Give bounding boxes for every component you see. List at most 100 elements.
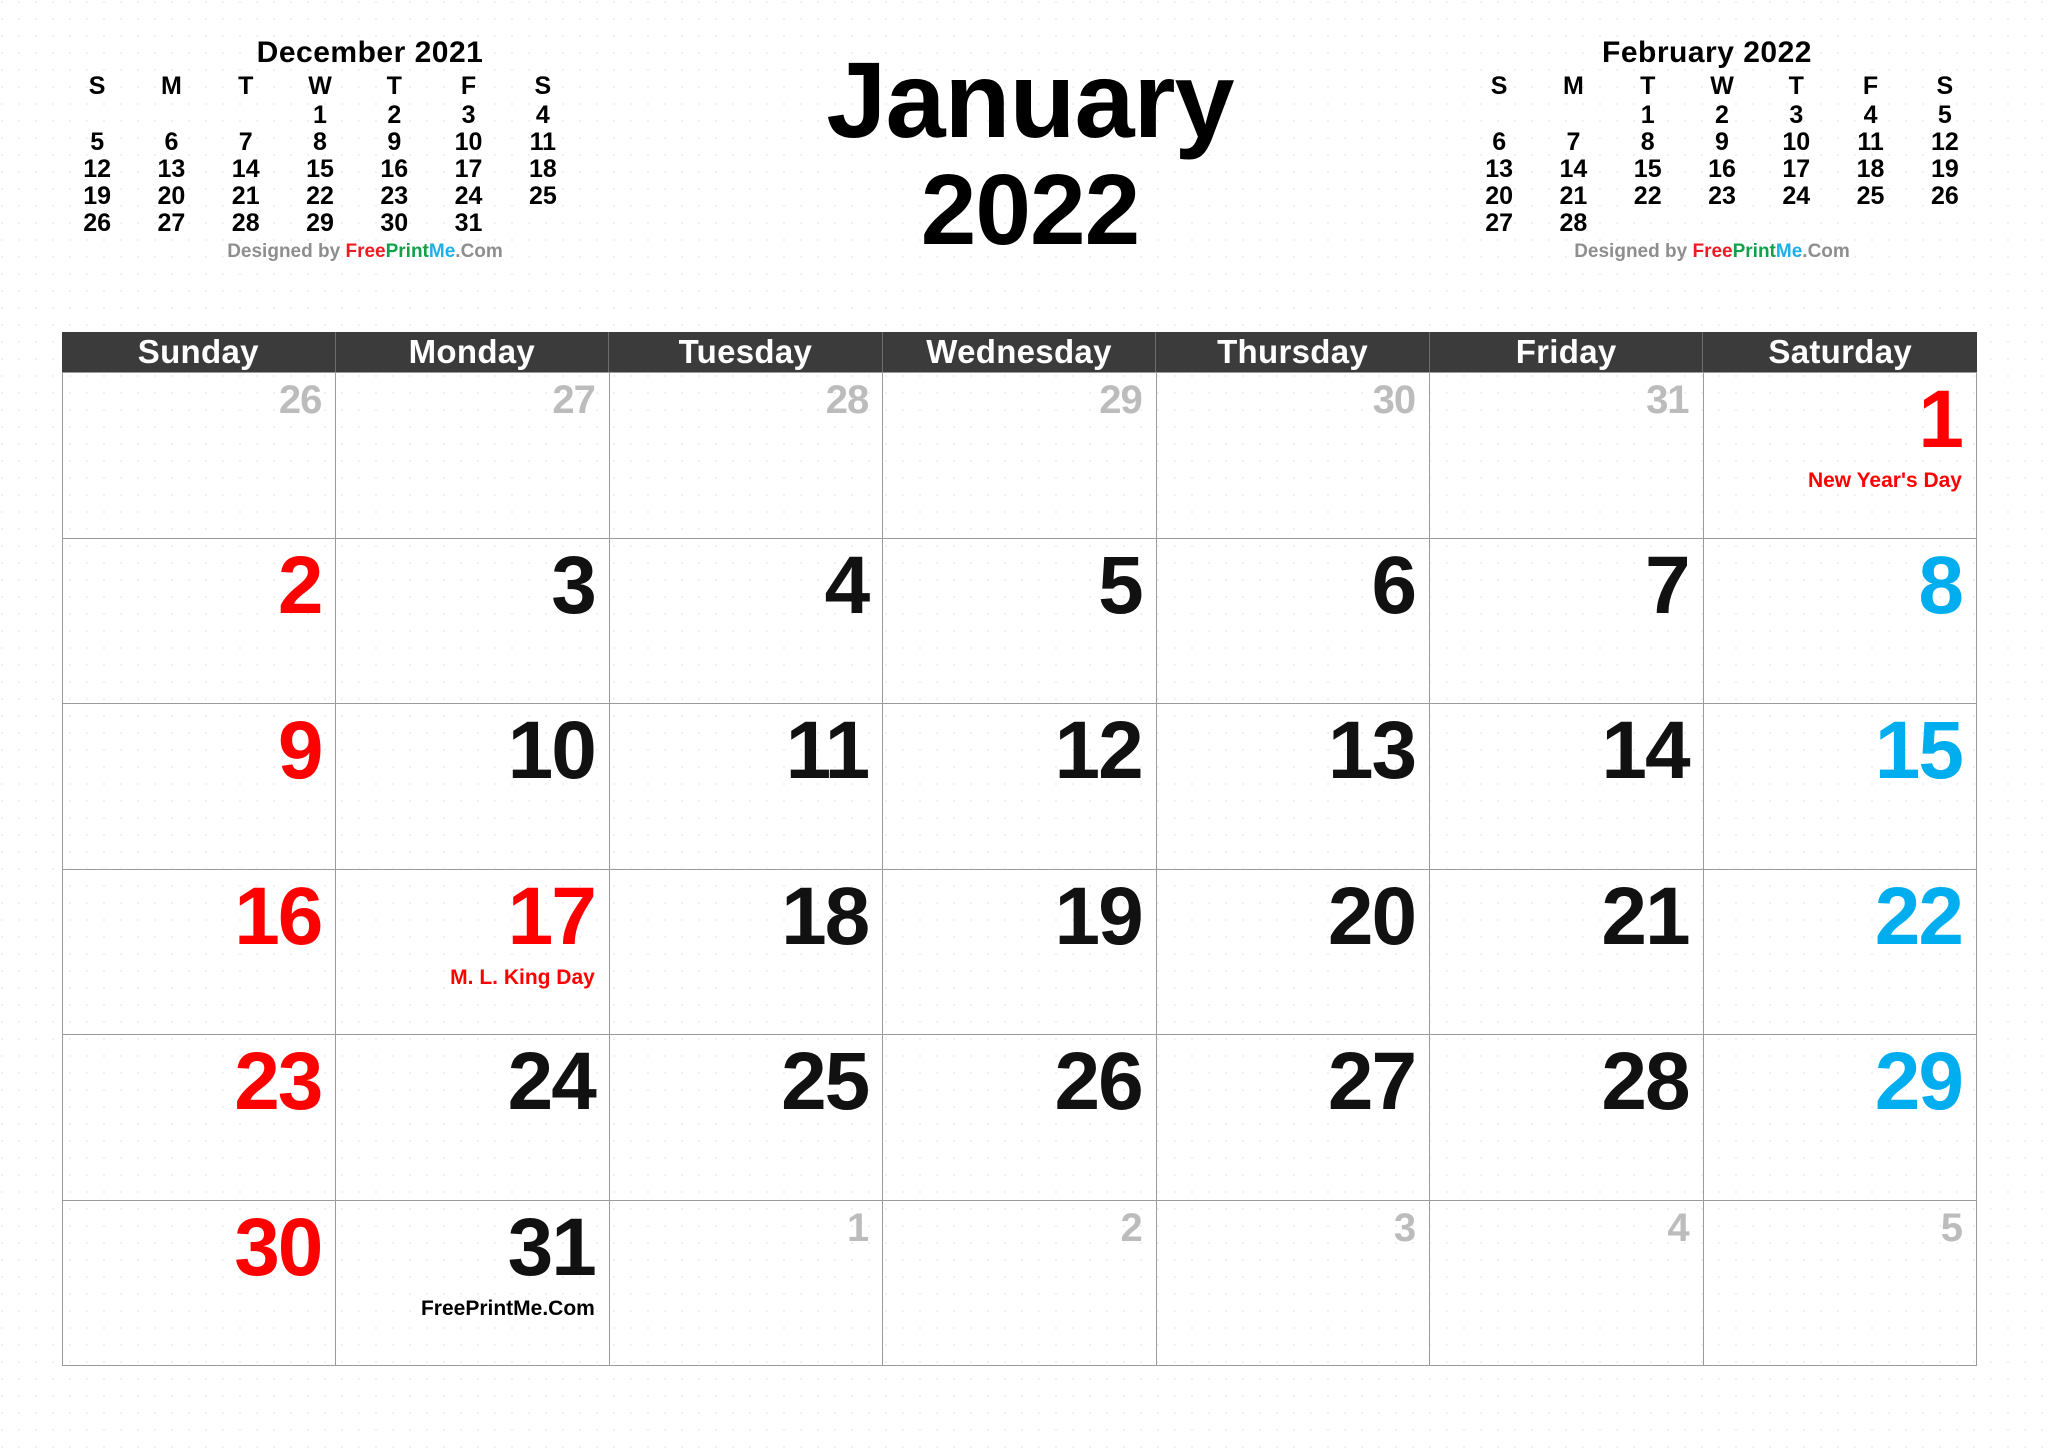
day-cell[interactable]: 13 (1156, 704, 1431, 870)
day-cell-adjacent-month[interactable]: 4 (1430, 1200, 1704, 1366)
day-cell[interactable]: 28 (1430, 1035, 1704, 1201)
mini-calendar-day: 9 (387, 128, 402, 156)
day-cell[interactable]: 18 (609, 869, 884, 1035)
weekday-header-wednesday: Wednesday (883, 332, 1157, 372)
mini-calendar-day: 28 (1559, 209, 1588, 237)
mini-calendar-title: December 2021 (256, 36, 484, 69)
day-number: 12 (1054, 705, 1143, 796)
day-cell[interactable]: 7 (1430, 538, 1704, 704)
day-cell[interactable]: 23 (63, 1035, 337, 1201)
day-cell-adjacent-month[interactable]: 28 (609, 373, 884, 539)
day-cell-adjacent-month[interactable]: 3 (1156, 1200, 1431, 1366)
calendar-weekday-header-row: Sunday Monday Tuesday Wednesday Thursday Frid… (62, 332, 1977, 372)
brand-watermark: FreePrintMe.Com (344, 1296, 595, 1321)
credit-brand-com: .Com (1802, 241, 1850, 262)
mini-calendar-day: 2 (1715, 101, 1729, 129)
mini-calendar-day: 5 (1937, 101, 1952, 129)
day-number: 21 (1601, 870, 1690, 962)
day-number: 2 (1120, 1205, 1142, 1250)
mini-calendar-day: 10 (454, 128, 483, 156)
day-cell[interactable]: 14 (1430, 704, 1704, 870)
day-cell-adjacent-month[interactable]: 30 (1156, 373, 1431, 539)
mini-calendar-day: 28 (231, 209, 260, 237)
credit-designed-by: Designed by (1574, 241, 1688, 262)
calendar-page: December 2021 S M T W T F S 1 2 3 4 5 6 7 8 9 10 11 12 13 14… (0, 0, 2048, 1448)
weekday-header-saturday: Saturday (1768, 333, 1913, 370)
day-cell[interactable]: 15 (1703, 704, 1977, 870)
day-cell[interactable]: 19 (883, 869, 1157, 1035)
day-cell[interactable]: 3 (336, 538, 610, 704)
credit-brand-me: Me (513, 1296, 543, 1320)
mini-calendar-day: 21 (231, 182, 260, 210)
day-cell[interactable]: 29 (1703, 1035, 1977, 1201)
day-number: 26 (278, 378, 323, 422)
day-cell[interactable]: 20 (1156, 869, 1431, 1035)
mini-calendar-day: 22 (306, 182, 334, 210)
day-cell[interactable]: 17 M. L. King Day (336, 869, 610, 1035)
mini-calendar-dow: F (1862, 72, 1879, 100)
mini-calendar-december-2021: December 2021 S M T W T F S 1 2 3 4 5 6 7 8 9 10 11 12 13 14… (60, 36, 580, 263)
day-number: 11 (785, 705, 871, 796)
mini-calendar-day: 20 (1485, 182, 1514, 210)
day-cell[interactable]: 8 (1703, 538, 1977, 704)
mini-calendar-day-empty (134, 102, 208, 129)
day-cell-adjacent-month[interactable]: 2 (883, 1200, 1157, 1366)
mini-calendar-day-empty (209, 102, 283, 129)
day-cell[interactable]: 27 (1156, 1035, 1431, 1201)
mini-calendar-day: 18 (1856, 155, 1885, 183)
day-cell[interactable]: 24 (336, 1035, 610, 1201)
day-cell[interactable]: 26 (883, 1035, 1157, 1201)
mini-calendar-day: 14 (1559, 155, 1588, 183)
mini-calendar-day: 1 (313, 101, 327, 129)
mini-calendar-day-empty (1462, 102, 1536, 129)
mini-calendar-day-empty (1685, 210, 1759, 237)
mini-calendar-day-empty (1536, 102, 1610, 129)
day-cell-adjacent-month[interactable]: 1 (609, 1200, 884, 1366)
day-cell[interactable]: 1 New Year's Day (1703, 373, 1977, 539)
mini-calendar-day: 30 (380, 209, 409, 237)
mini-calendar-day: 25 (528, 182, 557, 210)
mini-calendar-day: 15 (306, 155, 334, 183)
day-cell[interactable]: 16 (63, 869, 337, 1035)
mini-calendar-dow: M (161, 72, 182, 100)
mini-calendar-day: 6 (1492, 128, 1507, 156)
day-cell[interactable]: 25 (609, 1035, 884, 1201)
day-cell[interactable]: 10 (336, 704, 610, 870)
day-number: 31 (507, 1201, 597, 1293)
day-cell[interactable]: 21 (1430, 869, 1704, 1035)
day-cell[interactable]: 30 (63, 1200, 337, 1366)
day-cell[interactable]: 2 (63, 538, 337, 704)
credit-brand-me: Me (1775, 241, 1803, 262)
credit-line: Designed by FreePrintMe.Com (1462, 241, 1982, 263)
day-number: 7 (1644, 539, 1691, 631)
day-cell-adjacent-month[interactable]: 31 (1430, 373, 1704, 539)
mini-calendar-grid: S M T W T F S 1 2 3 4 5 6 7 8 9 10 11 12 13 14 15 16 17 18 19 20 21… (60, 70, 580, 237)
day-cell-adjacent-month[interactable]: 27 (336, 373, 610, 539)
day-number: 13 (1327, 705, 1417, 796)
day-cell[interactable]: 5 (883, 538, 1157, 704)
mini-calendar-day: 7 (1566, 128, 1581, 156)
day-cell-adjacent-month[interactable]: 5 (1703, 1200, 1977, 1366)
day-cell[interactable]: 9 (63, 704, 337, 870)
credit-brand-free: Free (420, 1296, 466, 1320)
mini-calendar-dow: S (88, 72, 106, 100)
day-cell[interactable]: 4 (609, 538, 884, 704)
day-number: 4 (824, 539, 871, 631)
day-cell[interactable]: 22 (1703, 869, 1977, 1035)
day-cell[interactable]: 12 (883, 704, 1157, 870)
mini-calendar-dow: T (1788, 72, 1804, 100)
day-number: 25 (781, 1036, 870, 1127)
mini-calendar-day: 24 (1782, 182, 1811, 210)
day-cell-adjacent-month[interactable]: 29 (883, 373, 1157, 539)
mini-calendar-day: 20 (157, 182, 186, 210)
mini-calendar-dow: F (460, 72, 477, 100)
mini-calendar-dow: T (238, 72, 254, 100)
day-cell[interactable]: 6 (1156, 538, 1431, 704)
day-number: 16 (234, 870, 323, 962)
mini-calendar-dow: T (1640, 72, 1656, 100)
day-cell-adjacent-month[interactable]: 26 (63, 373, 337, 539)
mini-calendar-dow: S (1936, 72, 1954, 100)
credit-brand-print: Print (1732, 241, 1776, 262)
day-cell[interactable]: 31 FreePrintMe.Com (336, 1200, 610, 1366)
day-cell[interactable]: 11 (609, 704, 884, 870)
